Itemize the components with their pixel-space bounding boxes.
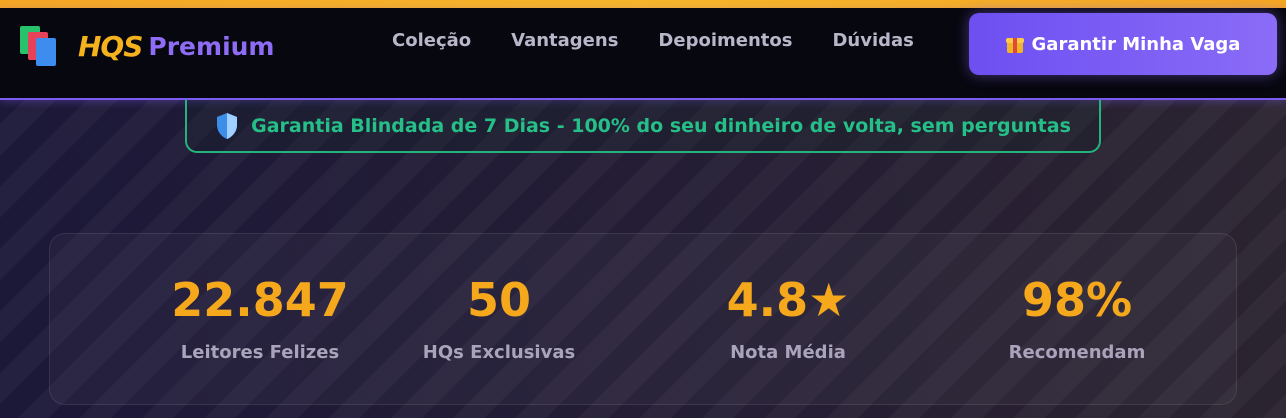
top-accent-strip (0, 0, 1286, 8)
stat-label: Recomendam (1008, 342, 1146, 363)
stat-label: HQs Exclusivas (422, 342, 576, 363)
stat-leitores: 22.847 Leitores Felizes (130, 272, 390, 363)
stat-label: Leitores Felizes (180, 342, 340, 363)
stat-recomendam: 98% Recomendam (947, 272, 1207, 363)
nav-link-depoimentos[interactable]: Depoimentos (658, 30, 792, 51)
colored-books-icon (18, 24, 66, 68)
gift-icon (1005, 35, 1024, 53)
stat-label: Nota Média (730, 342, 846, 363)
guarantee-text: Garantia Blindada de 7 Dias - 100% do se… (251, 114, 1071, 137)
stat-value: 4.8★ (726, 273, 850, 327)
stat-hqs: 50 HQs Exclusivas (369, 272, 629, 363)
guarantee-banner: Garantia Blindada de 7 Dias - 100% do se… (185, 100, 1101, 153)
stat-value: 98% (1021, 273, 1133, 327)
shield-icon (217, 112, 238, 139)
garantir-vaga-button[interactable]: Garantir Minha Vaga (969, 13, 1277, 75)
stat-nota: 4.8★ Nota Média (658, 272, 918, 363)
nav-link-colecao[interactable]: Coleção (392, 30, 471, 51)
nav-links: Coleção Vantagens Depoimentos Dúvidas (392, 30, 914, 51)
nav-link-duvidas[interactable]: Dúvidas (832, 30, 913, 51)
brand-logo[interactable]: HQS Premium (18, 22, 274, 70)
logo-hqs-text: HQS (78, 29, 143, 63)
stats-panel: 22.847 Leitores Felizes 50 HQs Exclusiva… (49, 233, 1237, 405)
stat-value: 50 (466, 273, 531, 327)
stat-value: 22.847 (171, 273, 349, 327)
nav-link-vantagens[interactable]: Vantagens (511, 30, 618, 51)
navbar: HQS Premium Coleção Vantagens Depoimento… (0, 8, 1286, 100)
logo-premium-text: Premium (148, 31, 275, 61)
cta-label: Garantir Minha Vaga (1031, 33, 1241, 55)
